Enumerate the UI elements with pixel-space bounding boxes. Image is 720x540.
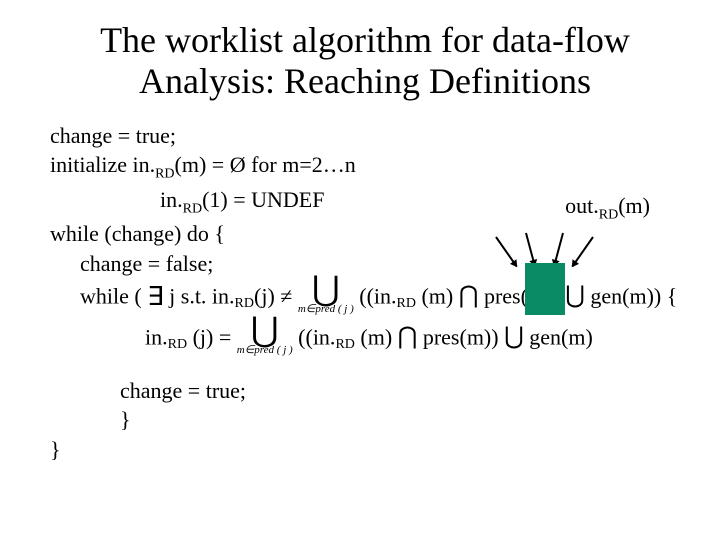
subscript: RD [397,296,416,311]
out-label: out.RD(m) [565,191,650,225]
subscript: RD [183,201,202,216]
code-line-7: in.RD (j) = ⋃ m∈pred ( j ) ((in.RD (m) ⋂… [50,319,680,356]
subscript: RD [599,207,618,222]
text: while ( [80,284,142,309]
union-operator: ⋃ m∈pred ( j ) [298,278,354,315]
text: ((in. [298,325,335,350]
text: ((in. [359,284,396,309]
arrow-in-icon [495,236,517,267]
under-text: m∈pred ( j ) [298,305,354,315]
text: (1) = UNDEF [202,187,324,212]
subscript: RD [235,296,254,311]
node-box [525,263,565,315]
union-operator: ⋃ m∈pred ( j ) [237,319,293,356]
code-line-10: } [50,435,680,465]
code-line-1: change = true; [50,121,680,151]
node-diagram [470,223,620,313]
subscript: RD [335,337,354,352]
arrow-in-icon [572,236,594,267]
text: pres(m)) [423,325,499,350]
text: (m) [618,193,650,218]
slide-title: The worklist algorithm for data-flow Ana… [50,20,680,103]
under-text: m∈pred ( j ) [237,346,293,356]
text: out. [565,193,599,218]
arrow-in-icon [525,233,536,266]
arrow-in-icon [553,233,564,266]
text: j s.t. in. [169,284,234,309]
exists-icon: ∃ [147,282,163,311]
slide-body: change = true; initialize in.RD(m) = Ø f… [50,121,680,465]
text: gen(m) [529,325,593,350]
text: (m) = Ø for m=2…n [175,152,356,177]
intersect-icon: ⋂ [398,324,418,350]
text: (m) [355,325,392,350]
text: (j) ≠ [254,284,292,309]
text: in. [160,187,183,212]
text: (m) [416,284,453,309]
text: (j) = [187,325,237,350]
subscript: RD [168,337,187,352]
code-line-2: initialize in.RD(m) = Ø for m=2…n [50,150,680,184]
union-icon: ⋃ [504,324,524,350]
subscript: RD [155,167,174,182]
text: in. [145,325,168,350]
text: initialize in. [50,152,155,177]
code-line-9: } [50,405,680,435]
code-line-8: change = true; [50,376,680,406]
